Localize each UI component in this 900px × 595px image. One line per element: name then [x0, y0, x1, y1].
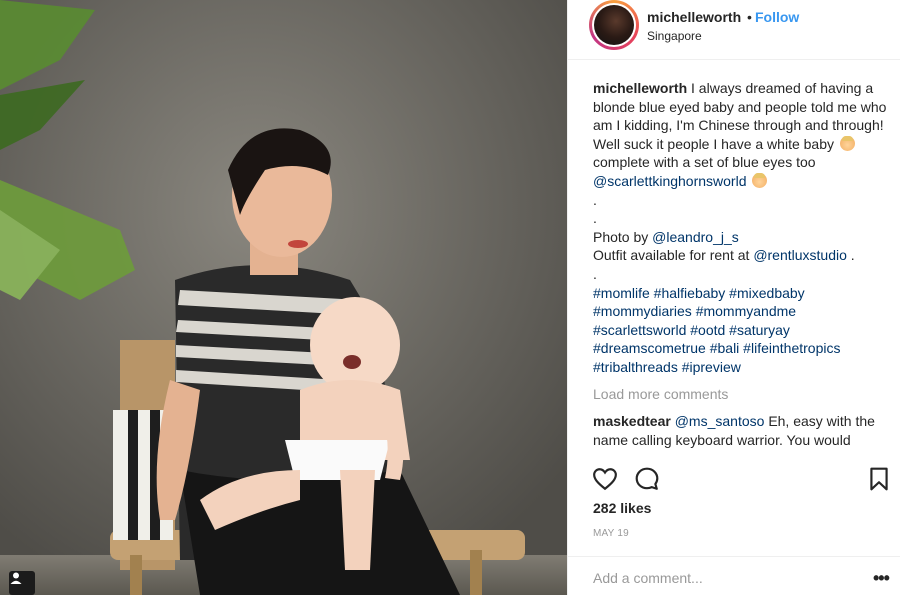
add-comment-input[interactable]: Add a comment... [593, 570, 703, 586]
photo-by-label: Photo by [593, 228, 649, 245]
caption-username[interactable]: michelleworth [593, 80, 687, 96]
post-detail-panel: michelleworth • Follow Singapore michell… [567, 0, 900, 595]
follow-button[interactable]: Follow [755, 9, 799, 25]
user-tag-icon [10, 572, 22, 584]
comments-section[interactable]: michelleworth I always dreamed of having… [593, 79, 888, 451]
post-location[interactable]: Singapore [647, 29, 702, 43]
action-bar [568, 460, 900, 492]
comment-mention[interactable]: @ms_santoso [675, 413, 765, 429]
photo-credit: Photo by @leandro_j_s [593, 228, 888, 247]
post-photo[interactable] [0, 0, 567, 595]
avatar[interactable] [589, 0, 639, 50]
mention-photographer[interactable]: @leandro_j_s [652, 229, 739, 245]
outfit-trailing-dot: . [850, 247, 855, 264]
caption-dot-1: . [593, 191, 597, 208]
heart-icon[interactable] [592, 466, 618, 492]
post-header: michelleworth • Follow Singapore [568, 0, 900, 60]
post-author-username[interactable]: michelleworth [647, 9, 741, 25]
comment-username[interactable]: maskedtear [593, 413, 671, 429]
caption-text-2: complete with a set of blue eyes too [593, 154, 816, 171]
caption-dot-2: . [593, 210, 597, 227]
outfit-label: Outfit available for rent at [593, 247, 750, 264]
load-more-comments-button[interactable]: Load more comments [593, 385, 888, 404]
bookmark-icon[interactable] [866, 466, 892, 492]
mention-rentluxstudio[interactable]: @rentluxstudio [753, 247, 847, 263]
post-date[interactable]: MAY 19 [593, 528, 629, 539]
more-options-icon[interactable]: ••• [873, 568, 890, 589]
likes-count[interactable]: 282 likes [593, 500, 651, 516]
comment-icon[interactable] [634, 466, 660, 492]
avatar-image [594, 5, 634, 45]
separator-dot: • [747, 9, 752, 25]
comment-item: maskedtear @ms_santoso Eh, easy with the… [593, 412, 888, 449]
mention-scarlett[interactable]: @scarlettkinghornsworld [593, 173, 747, 189]
photo-illustration [0, 0, 567, 595]
hashtags[interactable]: #momlife #halfiebaby #mixedbaby #mommydi… [593, 284, 888, 377]
caption: michelleworth I always dreamed of having… [593, 79, 888, 191]
outfit-credit: Outfit available for rent at @rentluxstu… [593, 246, 888, 265]
add-comment-bar: Add a comment... ••• [568, 556, 900, 595]
caption-dot-3: . [593, 265, 597, 282]
baby-emoji-icon [839, 135, 855, 151]
user-tag-button[interactable] [9, 571, 35, 595]
baby-emoji-icon [752, 172, 768, 188]
